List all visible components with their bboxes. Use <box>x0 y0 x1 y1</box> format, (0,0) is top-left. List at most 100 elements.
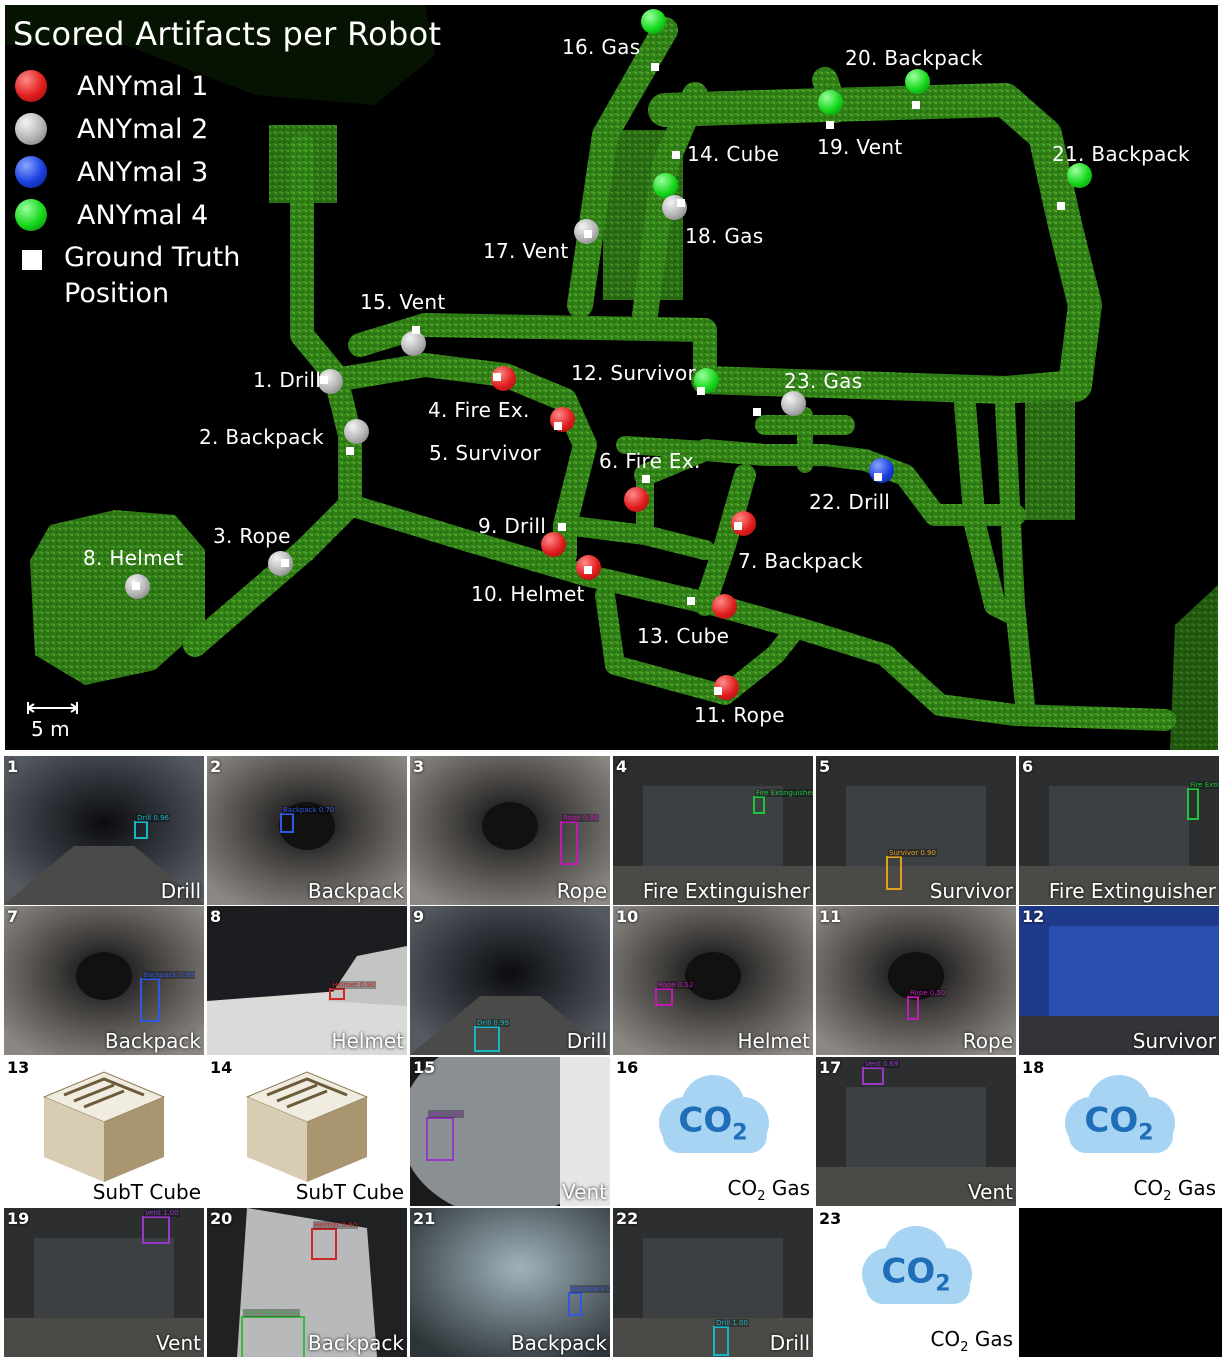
artifact-image-tile: Vent 1.00 19 Vent <box>4 1208 204 1357</box>
detection-label: Fire Extinguisher 0.77 <box>755 789 813 797</box>
tile-number: 18 <box>1022 1058 1045 1077</box>
tile-number: 1 <box>7 757 19 776</box>
ground-truth-marker <box>714 687 722 695</box>
ground-truth-marker <box>651 63 659 71</box>
co2-cloud-label: CO2 <box>1084 1100 1153 1145</box>
caption-text: CO <box>727 1176 758 1200</box>
tile-caption: SubT Cube <box>295 1180 404 1204</box>
tile-number: 13 <box>7 1058 30 1077</box>
ground-truth-label: Ground Truth Position <box>64 240 240 312</box>
tile-caption: Drill <box>769 1331 810 1355</box>
tile-caption: Drill <box>566 1029 607 1053</box>
artifact-image-tile: CO2 16 CO2 Gas <box>613 1057 813 1206</box>
tile-caption: Vent <box>968 1180 1013 1204</box>
legend-item-ground-truth <box>15 243 67 277</box>
ground-truth-marker <box>346 447 354 455</box>
caption-tail: Gas <box>1171 1176 1216 1200</box>
artifact-image-tile: Drill 0.96 1 Drill <box>4 756 204 905</box>
ground-truth-marker <box>1057 202 1065 210</box>
artifact-image-tile: 12 Survivor <box>1019 906 1219 1055</box>
legend-item-anymal-4: ANYmal 4 <box>15 198 208 232</box>
co2-cloud-label: CO2 <box>881 1251 950 1296</box>
artifact-marker <box>712 594 737 619</box>
caption-text: CO <box>1133 1176 1164 1200</box>
ground-truth-marker <box>642 475 650 483</box>
blue-dot-icon <box>15 156 47 188</box>
legend-label: ANYmal 2 <box>77 113 209 145</box>
artifact-label: 10. Helmet <box>471 582 585 606</box>
tile-caption: Vent <box>562 1180 607 1204</box>
caption-tail: Gas <box>968 1327 1013 1351</box>
co2-text: CO <box>881 1251 936 1292</box>
artifact-marker <box>781 391 806 416</box>
co2-subscript: 2 <box>732 1119 748 1145</box>
artifact-image-tile: Rope 0.50 11 Rope <box>816 906 1016 1055</box>
artifact-image-tile: Vent 0.89 15 Vent <box>410 1057 610 1206</box>
artifact-image-tile: Backpack 0.70 21 Backpack <box>410 1208 610 1357</box>
co2-text: CO <box>1084 1100 1139 1141</box>
artifact-image-tile: Helmet 0.90 8 Helmet <box>207 906 407 1055</box>
artifact-marker <box>344 419 369 444</box>
scale-bar-icon <box>27 702 78 714</box>
detection-box: Backpack 0.70 <box>568 1285 610 1316</box>
detection-box: Rope 0.50 <box>907 989 947 1020</box>
artifact-label: 8. Helmet <box>83 546 184 570</box>
detection-box: Vent 0.89 <box>426 1110 464 1161</box>
ground-truth-marker <box>734 522 742 530</box>
detection-label: Backpack 0.70 <box>570 1285 610 1293</box>
artifact-label: 21. Backpack <box>1052 142 1190 166</box>
detection-box: Drill 1.00 <box>713 1319 749 1356</box>
tile-caption: Vent <box>156 1331 201 1355</box>
detection-label: Vent 0.89 <box>428 1110 464 1118</box>
detection-label: Helmet 0.90 <box>331 981 377 989</box>
artifact-image-tile: CO2 18 CO2 Gas <box>1019 1057 1219 1206</box>
detection-box: Backpack 0.99 <box>140 971 196 1022</box>
legend-item-anymal-1: ANYmal 1 <box>15 69 208 103</box>
ground-truth-marker <box>132 582 140 590</box>
tile-number: 2 <box>210 757 222 776</box>
ground-truth-marker <box>554 422 562 430</box>
detection-box: Fire Extinguisher 0.73 <box>1187 781 1219 820</box>
ground-truth-marker <box>558 523 566 531</box>
artifact-label: 7. Backpack <box>738 549 863 573</box>
artifact-label: 19. Vent <box>817 135 903 159</box>
artifact-image-tile: Rope 0.52 10 Helmet <box>613 906 813 1055</box>
detection-box: Backpack 0.70 <box>280 806 336 833</box>
artifact-label: 9. Drill <box>478 514 547 538</box>
detection-box: Drill 0.96 <box>134 814 170 839</box>
detection-label: Vent 0.69 <box>864 1060 900 1068</box>
tile-caption: Fire Extinguisher <box>1048 879 1216 903</box>
artifact-image-grid: Drill 0.96 1 Drill Backpack 0.70 2 Backpack Ro… <box>4 756 1222 1359</box>
tile-caption: Helmet <box>737 1029 810 1053</box>
tile-caption: SubT Cube <box>92 1180 201 1204</box>
tile-number: 7 <box>7 907 19 926</box>
detection-label: Cell Phone 0.93 <box>243 1309 300 1317</box>
tile-number: 5 <box>819 757 831 776</box>
artifact-image-tile: Backpack 0.99 7 Backpack <box>4 906 204 1055</box>
artifact-image-tile: Drill 0.99 9 Drill <box>410 906 610 1055</box>
ground-truth-marker <box>697 387 705 395</box>
ground-truth-line-1: Ground Truth <box>64 242 241 273</box>
detection-label: Drill 0.96 <box>136 814 170 822</box>
legend-label: ANYmal 1 <box>77 70 209 102</box>
artifact-label: 16. Gas <box>562 35 641 59</box>
co2-subscript: 2 <box>935 1270 951 1296</box>
empty-tile <box>1019 1208 1222 1357</box>
ground-truth-marker <box>672 151 680 159</box>
tile-number: 17 <box>819 1058 842 1077</box>
artifact-image-tile: Survivor 0.90 5 Survivor <box>816 756 1016 905</box>
detection-label: Rope 0.98 <box>562 814 600 822</box>
green-dot-icon <box>15 199 47 231</box>
detection-label: Fire Extinguisher 0.73 <box>1189 781 1219 789</box>
detection-box: Vent 1.00 <box>142 1209 180 1244</box>
tile-number: 3 <box>413 757 425 776</box>
ground-truth-marker <box>826 121 834 129</box>
tile-number: 15 <box>413 1058 436 1077</box>
detection-label: Helmet 0.60 <box>313 1221 359 1229</box>
ground-truth-marker <box>584 230 592 238</box>
detection-label: Backpack 0.99 <box>142 971 196 979</box>
tile-number: 10 <box>616 907 639 926</box>
ground-truth-marker <box>412 326 420 334</box>
map-title: Scored Artifacts per Robot <box>13 15 442 53</box>
artifact-marker <box>818 90 843 115</box>
